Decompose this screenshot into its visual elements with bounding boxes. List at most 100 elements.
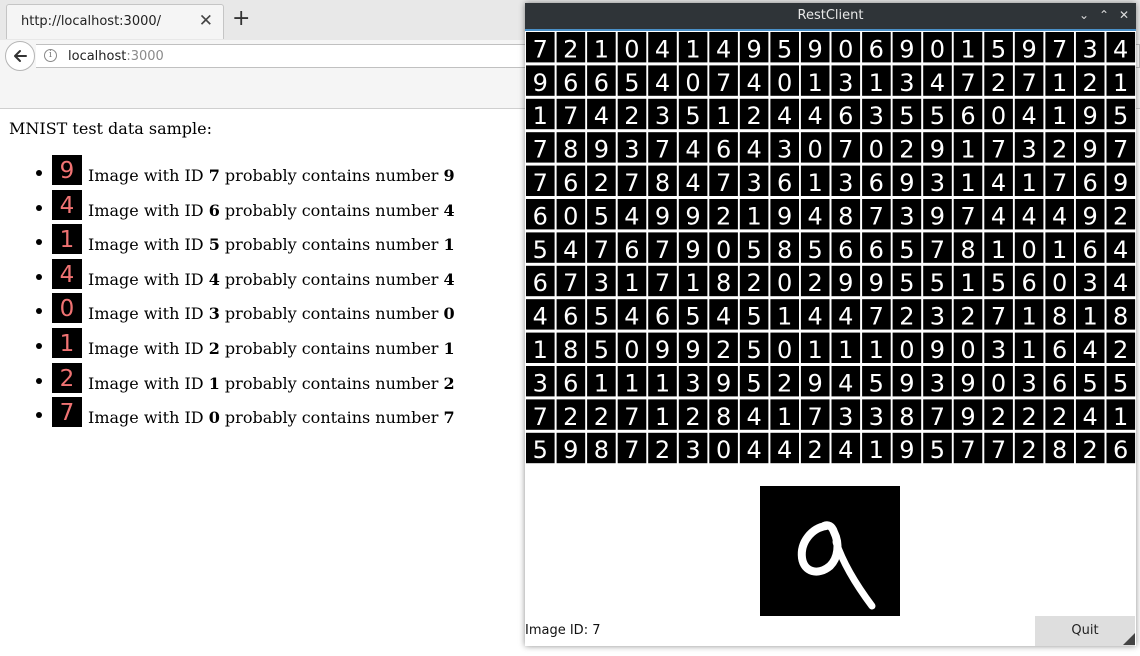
grid-digit: 3	[838, 69, 853, 97]
grid-digit: 6	[655, 303, 670, 331]
grid-digit: 7	[1052, 169, 1067, 197]
grid-digit: 7	[838, 136, 853, 164]
bullet	[36, 273, 42, 280]
grid-digit: 2	[716, 202, 731, 230]
grid-digit: 6	[1083, 236, 1098, 264]
grid-digit: 9	[960, 369, 975, 397]
grid-digit: 5	[533, 436, 548, 464]
grid-digit: 7	[533, 403, 548, 431]
grid-digit: 7	[716, 169, 731, 197]
result-middle: probably contains number	[219, 338, 444, 358]
url-host: localhost	[68, 49, 127, 64]
grid-digit: 4	[1083, 336, 1098, 364]
grid-digit: 7	[716, 69, 731, 97]
quit-button[interactable]: Quit	[1035, 616, 1135, 646]
grid-digit: 6	[1113, 436, 1128, 464]
grid-digit: 1	[624, 269, 639, 297]
result-text: Image with ID 3 probably contains number…	[88, 304, 455, 323]
grid-digit: 3	[930, 169, 945, 197]
grid-digit: 2	[1052, 136, 1067, 164]
grid-digit: 0	[991, 102, 1006, 130]
grid-digit: 5	[685, 303, 700, 331]
grid-digit: 6	[869, 35, 884, 63]
new-tab-button[interactable]: +	[232, 8, 250, 30]
grid-digit: 4	[838, 369, 853, 397]
grid-digit: 5	[930, 436, 945, 464]
grid-digit: 7	[930, 236, 945, 264]
grid-digit: 7	[869, 303, 884, 331]
digit-grid[interactable]: 7210414959069015973496654074013134727121…	[525, 31, 1136, 465]
grid-digit: 6	[869, 169, 884, 197]
grid-digit: 6	[1052, 369, 1067, 397]
grid-digit: 9	[1113, 169, 1128, 197]
grid-digit: 5	[746, 369, 761, 397]
maximize-icon[interactable]: ⌃	[1096, 6, 1112, 24]
grid-digit: 1	[655, 403, 670, 431]
grid-digit: 9	[685, 236, 700, 264]
grid-digit: 6	[563, 69, 578, 97]
grid-digit: 8	[1052, 436, 1067, 464]
grid-digit: 9	[960, 403, 975, 431]
grid-digit: 7	[563, 269, 578, 297]
grid-digit: 4	[746, 436, 761, 464]
grid-digit: 1	[1113, 69, 1128, 97]
grid-digit: 8	[716, 269, 731, 297]
grid-digit: 0	[563, 202, 578, 230]
grid-digit: 1	[960, 269, 975, 297]
result-number: 9	[443, 166, 455, 185]
grid-digit: 5	[1113, 102, 1128, 130]
grid-digit: 4	[838, 303, 853, 331]
grid-digit: 6	[838, 102, 853, 130]
back-button[interactable]	[5, 41, 35, 71]
thumbnail-digit: 1	[60, 331, 75, 357]
resize-grip[interactable]	[1123, 633, 1135, 645]
grid-digit: 1	[808, 336, 823, 364]
result-prefix: Image with ID	[88, 338, 209, 358]
grid-digit: 4	[991, 202, 1006, 230]
url-port: :3000	[126, 49, 164, 64]
grid-digit: 6	[716, 136, 731, 164]
grid-digit: 1	[746, 202, 761, 230]
grid-digit: 3	[838, 403, 853, 431]
nine-digit-image	[797, 521, 876, 610]
grid-digit: 7	[1113, 136, 1128, 164]
grid-digit: 2	[563, 35, 578, 63]
grid-digit: 1	[1021, 336, 1036, 364]
info-icon[interactable]: i	[44, 49, 57, 62]
grid-digit: 2	[746, 269, 761, 297]
thumbnail-digit: 9	[60, 158, 75, 184]
grid-digit: 9	[1083, 202, 1098, 230]
grid-digit: 8	[777, 236, 792, 264]
grid-digit: 4	[685, 136, 700, 164]
grid-digit: 5	[594, 202, 609, 230]
grid-digit: 1	[1052, 102, 1067, 130]
digit-thumbnail: 2	[52, 362, 82, 393]
close-icon[interactable]: ✕	[1116, 6, 1132, 24]
grid-digit: 7	[533, 35, 548, 63]
result-number: 2	[443, 373, 455, 393]
result-middle: probably contains number	[219, 304, 444, 324]
digit-thumbnail-image: 7	[60, 400, 75, 426]
grid-digit: 1	[533, 102, 548, 130]
grid-digit: 4	[777, 102, 792, 130]
grid-digit: 7	[991, 303, 1006, 331]
minimize-icon[interactable]: ⌄	[1076, 6, 1092, 24]
close-tab-icon[interactable]: ✕	[199, 12, 213, 30]
grid-digit: 1	[1021, 303, 1036, 331]
grid-digit: 3	[899, 202, 914, 230]
grid-digit: 1	[869, 69, 884, 97]
grid-digit: 5	[930, 102, 945, 130]
grid-digit: 7	[655, 136, 670, 164]
thumbnail-digit: 0	[60, 296, 75, 322]
grid-digit: 3	[991, 336, 1006, 364]
result-prefix: Image with ID	[88, 200, 209, 220]
grid-digit: 2	[655, 436, 670, 464]
grid-digit: 4	[624, 202, 639, 230]
window-titlebar[interactable]: RestClient ⌄ ⌃ ✕	[525, 3, 1136, 29]
browser-tab[interactable]: http://localhost:3000/ ✕	[6, 4, 224, 39]
url-text: localhost:3000	[68, 49, 164, 64]
grid-digit: 5	[1113, 369, 1128, 397]
bullet	[36, 204, 42, 211]
grid-digit: 9	[930, 336, 945, 364]
grid-digit: 8	[716, 403, 731, 431]
